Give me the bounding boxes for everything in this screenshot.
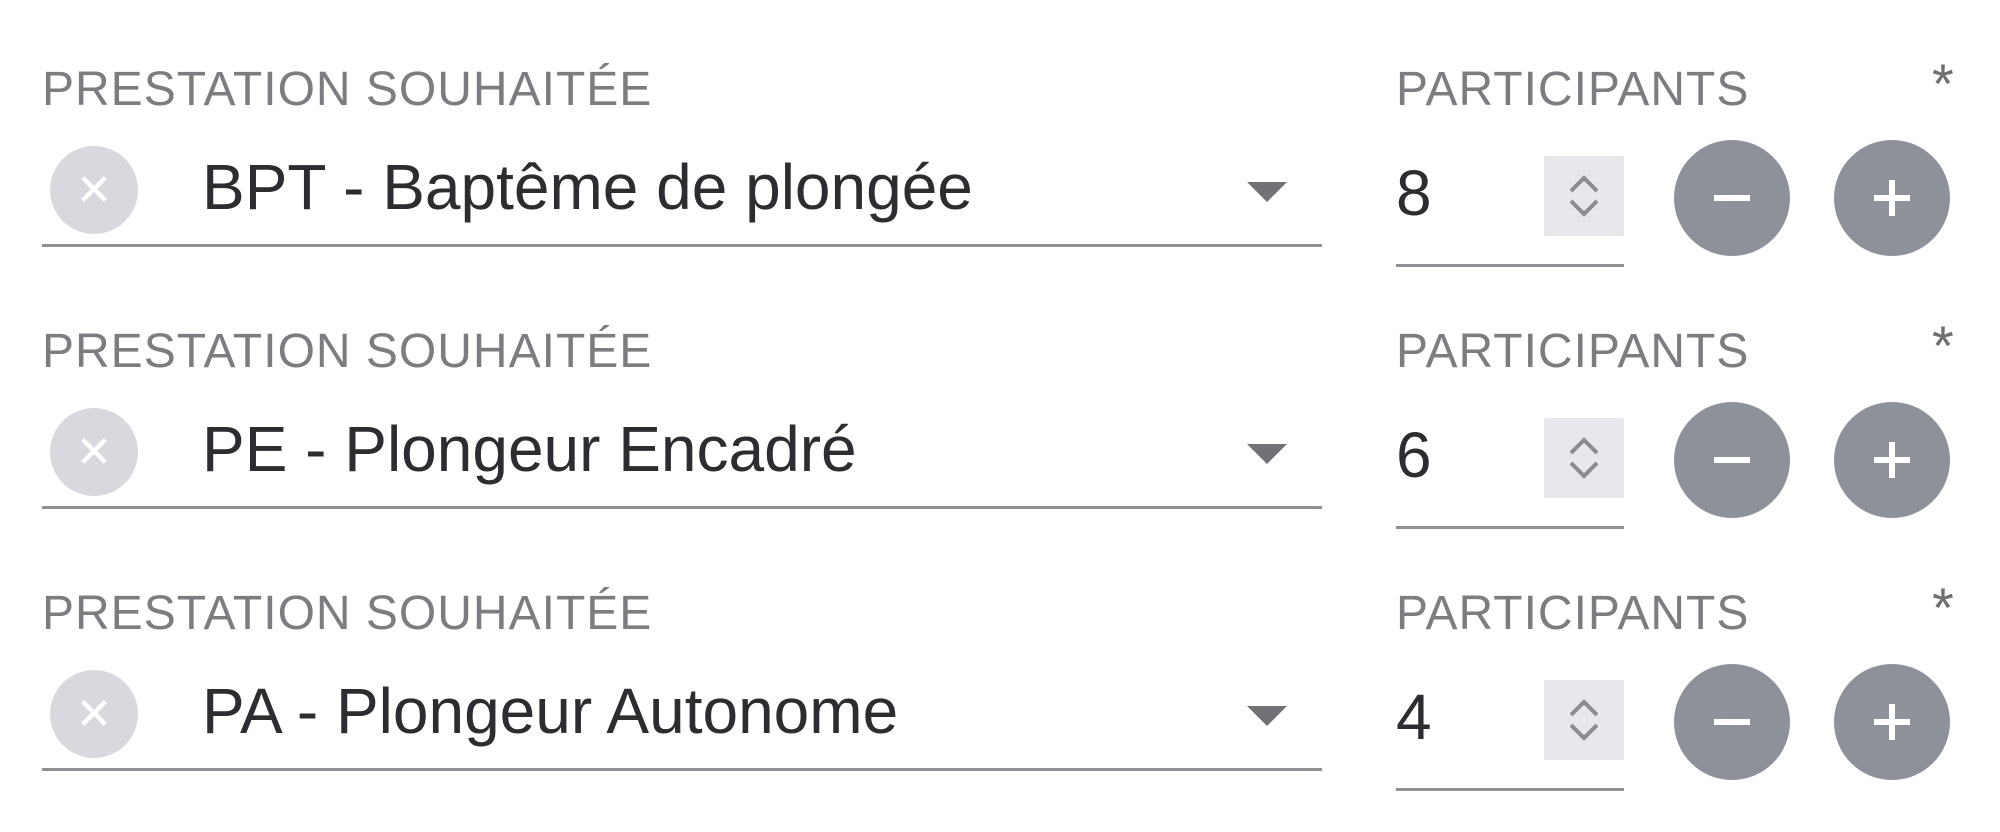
participants-input[interactable]: 8 [1396,140,1624,267]
minus-icon [1714,719,1750,725]
participants-label: PARTICIPANTS [1396,587,1750,640]
plus-icon [1874,180,1910,216]
prestation-select-value: BPT - Baptême de plongée [202,151,973,223]
caret-down-icon[interactable] [1247,706,1287,726]
decrement-button[interactable] [1674,664,1790,780]
increment-button[interactable] [1834,402,1950,518]
increment-button[interactable] [1834,664,1950,780]
plus-icon [1874,442,1910,478]
spinner-arrows-icon[interactable] [1544,680,1624,760]
clear-icon[interactable]: ✕ [50,408,138,496]
participants-value: 4 [1396,681,1432,753]
spinner-arrows-icon[interactable] [1544,156,1624,236]
caret-down-icon[interactable] [1247,182,1287,202]
prestation-select[interactable]: ✕ PA - Plongeur Autonome [42,656,1322,771]
participants-input[interactable]: 4 [1396,664,1624,791]
required-asterisk: * [1932,314,1954,377]
spinner-arrows-icon[interactable] [1544,418,1624,498]
decrement-button[interactable] [1674,140,1790,256]
service-row: PRESTATION SOUHAITÉE ✕ PE - Plongeur Enc… [0,262,2000,529]
clear-icon[interactable]: ✕ [50,146,138,234]
minus-icon [1714,457,1750,463]
required-asterisk: * [1932,576,1954,639]
participants-value: 6 [1396,419,1432,491]
prestation-label: PRESTATION SOUHAITÉE [42,325,653,378]
participants-label: PARTICIPANTS [1396,63,1750,116]
prestation-select[interactable]: ✕ PE - Plongeur Encadré [42,394,1322,509]
prestation-select[interactable]: ✕ BPT - Baptême de plongée [42,132,1322,247]
minus-icon [1714,195,1750,201]
service-row: PRESTATION SOUHAITÉE ✕ BPT - Baptême de … [0,0,2000,267]
participants-label: PARTICIPANTS [1396,325,1750,378]
service-row: PRESTATION SOUHAITÉE ✕ PA - Plongeur Aut… [0,524,2000,791]
required-asterisk: * [1932,52,1954,115]
clear-icon[interactable]: ✕ [50,670,138,758]
plus-icon [1874,704,1910,740]
prestation-label: PRESTATION SOUHAITÉE [42,63,653,116]
participants-input[interactable]: 6 [1396,402,1624,529]
caret-down-icon[interactable] [1247,444,1287,464]
participants-value: 8 [1396,157,1432,229]
prestation-select-value: PA - Plongeur Autonome [202,675,899,747]
prestation-select-value: PE - Plongeur Encadré [202,413,857,485]
prestation-label: PRESTATION SOUHAITÉE [42,587,653,640]
increment-button[interactable] [1834,140,1950,256]
decrement-button[interactable] [1674,402,1790,518]
